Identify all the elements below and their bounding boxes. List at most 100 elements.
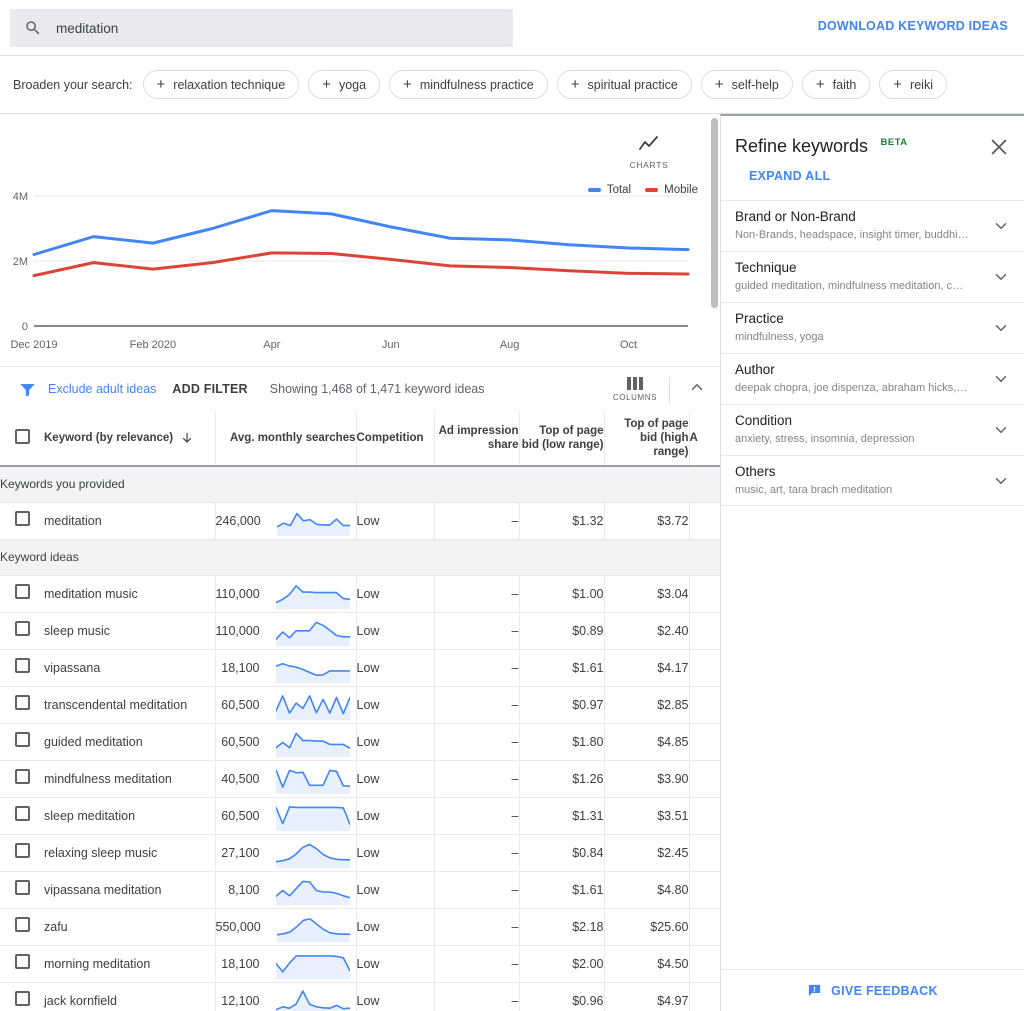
- refine-category-practice[interactable]: Practice mindfulness, yoga: [721, 302, 1024, 353]
- table-row[interactable]: sleep meditation60,500 Low–$1.31$3.51: [0, 797, 720, 834]
- row-checkbox[interactable]: [15, 732, 30, 747]
- chevron-down-icon: [992, 370, 1010, 388]
- search-input[interactable]: meditation: [10, 9, 513, 47]
- cell-truncated: [689, 871, 720, 908]
- cell-top-of-page-bid-low: $2.00: [519, 945, 604, 982]
- exclude-adult-ideas-filter[interactable]: Exclude adult ideas: [48, 382, 156, 396]
- row-checkbox[interactable]: [15, 769, 30, 784]
- row-checkbox[interactable]: [15, 843, 30, 858]
- row-checkbox[interactable]: [15, 880, 30, 895]
- keyword-ideas-table: Keyword (by relevance) Avg. monthly sear…: [0, 411, 720, 1011]
- refine-category-text: Others music, art, tara brach meditation: [735, 464, 986, 497]
- refine-category-text: Condition anxiety, stress, insomnia, dep…: [735, 413, 986, 446]
- cell-keyword[interactable]: zafu: [44, 908, 215, 945]
- cell-ad-impression-share: –: [434, 871, 519, 908]
- cell-keyword[interactable]: meditation: [44, 502, 215, 539]
- cell-keyword[interactable]: mindfulness meditation: [44, 760, 215, 797]
- legend-item-mobile[interactable]: Mobile: [645, 184, 698, 196]
- table-row[interactable]: zafu550,000 Low–$2.18$25.60: [0, 908, 720, 945]
- column-header-keyword[interactable]: Keyword (by relevance): [44, 411, 215, 466]
- column-header-top-of-page-bid-low[interactable]: Top of page bid (low range): [519, 411, 604, 466]
- give-feedback-button[interactable]: GIVE FEEDBACK: [721, 969, 1024, 1011]
- download-keyword-ideas-button[interactable]: DOWNLOAD KEYWORD IDEAS: [818, 19, 1008, 33]
- refine-category-technique[interactable]: Technique guided meditation, mindfulness…: [721, 251, 1024, 302]
- svg-text:Oct: Oct: [620, 339, 637, 351]
- columns-button[interactable]: COLUMNS: [605, 377, 665, 402]
- refine-category-others[interactable]: Others music, art, tara brach meditation: [721, 455, 1024, 506]
- chevron-up-icon: [688, 378, 706, 396]
- table-row[interactable]: vipassana18,100 Low–$1.61$4.17: [0, 649, 720, 686]
- cell-keyword[interactable]: transcendental meditation: [44, 686, 215, 723]
- cell-top-of-page-bid-low: $0.97: [519, 686, 604, 723]
- table-row[interactable]: jack kornfield12,100 Low–$0.96$4.97: [0, 982, 720, 1011]
- cell-avg-monthly-searches: 550,000: [215, 908, 356, 945]
- cell-keyword[interactable]: jack kornfield: [44, 982, 215, 1011]
- cell-ad-impression-share: –: [434, 686, 519, 723]
- broaden-chip-yoga[interactable]: + yoga: [308, 70, 380, 99]
- table-row[interactable]: sleep music110,000 Low–$0.89$2.40: [0, 612, 720, 649]
- cell-keyword[interactable]: vipassana: [44, 649, 215, 686]
- cell-keyword[interactable]: morning meditation: [44, 945, 215, 982]
- table-row[interactable]: guided meditation60,500 Low–$1.80$4.85: [0, 723, 720, 760]
- row-select-cell: [0, 723, 44, 760]
- row-select-cell: [0, 649, 44, 686]
- column-header-top-of-page-bid-high[interactable]: Top of page bid (high range): [604, 411, 689, 466]
- row-checkbox[interactable]: [15, 917, 30, 932]
- row-checkbox[interactable]: [15, 695, 30, 710]
- row-checkbox[interactable]: [15, 658, 30, 673]
- cell-top-of-page-bid-low: $1.61: [519, 871, 604, 908]
- add-filter-button[interactable]: ADD FILTER: [172, 382, 247, 396]
- broaden-chip-spiritual-practice[interactable]: + spiritual practice: [557, 70, 692, 99]
- broaden-chip-mindfulness-practice[interactable]: + mindfulness practice: [389, 70, 548, 99]
- legend-item-total[interactable]: Total: [588, 184, 631, 196]
- select-all-checkbox[interactable]: [15, 429, 30, 444]
- close-icon[interactable]: [988, 136, 1010, 158]
- cell-keyword[interactable]: sleep meditation: [44, 797, 215, 834]
- chip-label: relaxation technique: [173, 78, 285, 92]
- broaden-chip-faith[interactable]: + faith: [802, 70, 870, 99]
- table-row[interactable]: relaxing sleep music27,100 Low–$0.84$2.4…: [0, 834, 720, 871]
- cell-top-of-page-bid-high: $3.90: [604, 760, 689, 797]
- refine-category-author[interactable]: Author deepak chopra, joe dispenza, abra…: [721, 353, 1024, 404]
- cell-keyword[interactable]: vipassana meditation: [44, 871, 215, 908]
- column-header-ad-impression-share[interactable]: Ad impression share: [434, 411, 519, 466]
- cell-top-of-page-bid-low: $0.89: [519, 612, 604, 649]
- table-header-row: Keyword (by relevance) Avg. monthly sear…: [0, 411, 720, 466]
- broaden-chip-reiki[interactable]: + reiki: [879, 70, 947, 99]
- plus-icon: +: [571, 77, 580, 92]
- chart-scrollbar[interactable]: [711, 118, 718, 308]
- expand-all-button[interactable]: EXPAND ALL: [749, 169, 830, 183]
- column-header-avg-monthly-searches[interactable]: Avg. monthly searches: [215, 411, 356, 466]
- chip-label: faith: [833, 78, 857, 92]
- row-checkbox[interactable]: [15, 511, 30, 526]
- cell-keyword[interactable]: sleep music: [44, 612, 215, 649]
- row-select-cell: [0, 797, 44, 834]
- broaden-chip-self-help[interactable]: + self-help: [701, 70, 793, 99]
- broaden-chip-relaxation-technique[interactable]: + relaxation technique: [143, 70, 300, 99]
- table-row[interactable]: mindfulness meditation40,500 Low–$1.26$3…: [0, 760, 720, 797]
- cell-truncated: [689, 649, 720, 686]
- column-header-competition[interactable]: Competition: [356, 411, 434, 466]
- refine-category-condition[interactable]: Condition anxiety, stress, insomnia, dep…: [721, 404, 1024, 455]
- table-row[interactable]: meditation246,000 Low–$1.32$3.72: [0, 502, 720, 539]
- table-row[interactable]: meditation music110,000 Low–$1.00$3.04: [0, 575, 720, 612]
- collapse-chart-button[interactable]: [674, 378, 720, 401]
- row-checkbox[interactable]: [15, 584, 30, 599]
- table-row[interactable]: morning meditation18,100 Low–$2.00$4.50: [0, 945, 720, 982]
- table-row[interactable]: vipassana meditation8,100 Low–$1.61$4.80: [0, 871, 720, 908]
- row-checkbox[interactable]: [15, 621, 30, 636]
- charts-button-label: CHARTS: [624, 160, 674, 170]
- cell-keyword[interactable]: guided meditation: [44, 723, 215, 760]
- table-row[interactable]: transcendental meditation60,500 Low–$0.9…: [0, 686, 720, 723]
- refine-category-brand-or-non-brand[interactable]: Brand or Non-Brand Non-Brands, headspace…: [721, 200, 1024, 251]
- column-header-truncated[interactable]: A: [689, 411, 720, 466]
- sparkline: [276, 764, 350, 794]
- row-checkbox[interactable]: [15, 991, 30, 1006]
- row-checkbox[interactable]: [15, 954, 30, 969]
- row-checkbox[interactable]: [15, 806, 30, 821]
- cell-keyword[interactable]: relaxing sleep music: [44, 834, 215, 871]
- cell-keyword[interactable]: meditation music: [44, 575, 215, 612]
- filter-funnel-icon[interactable]: [18, 380, 37, 399]
- cell-ad-impression-share: –: [434, 760, 519, 797]
- charts-button[interactable]: CHARTS: [624, 134, 674, 170]
